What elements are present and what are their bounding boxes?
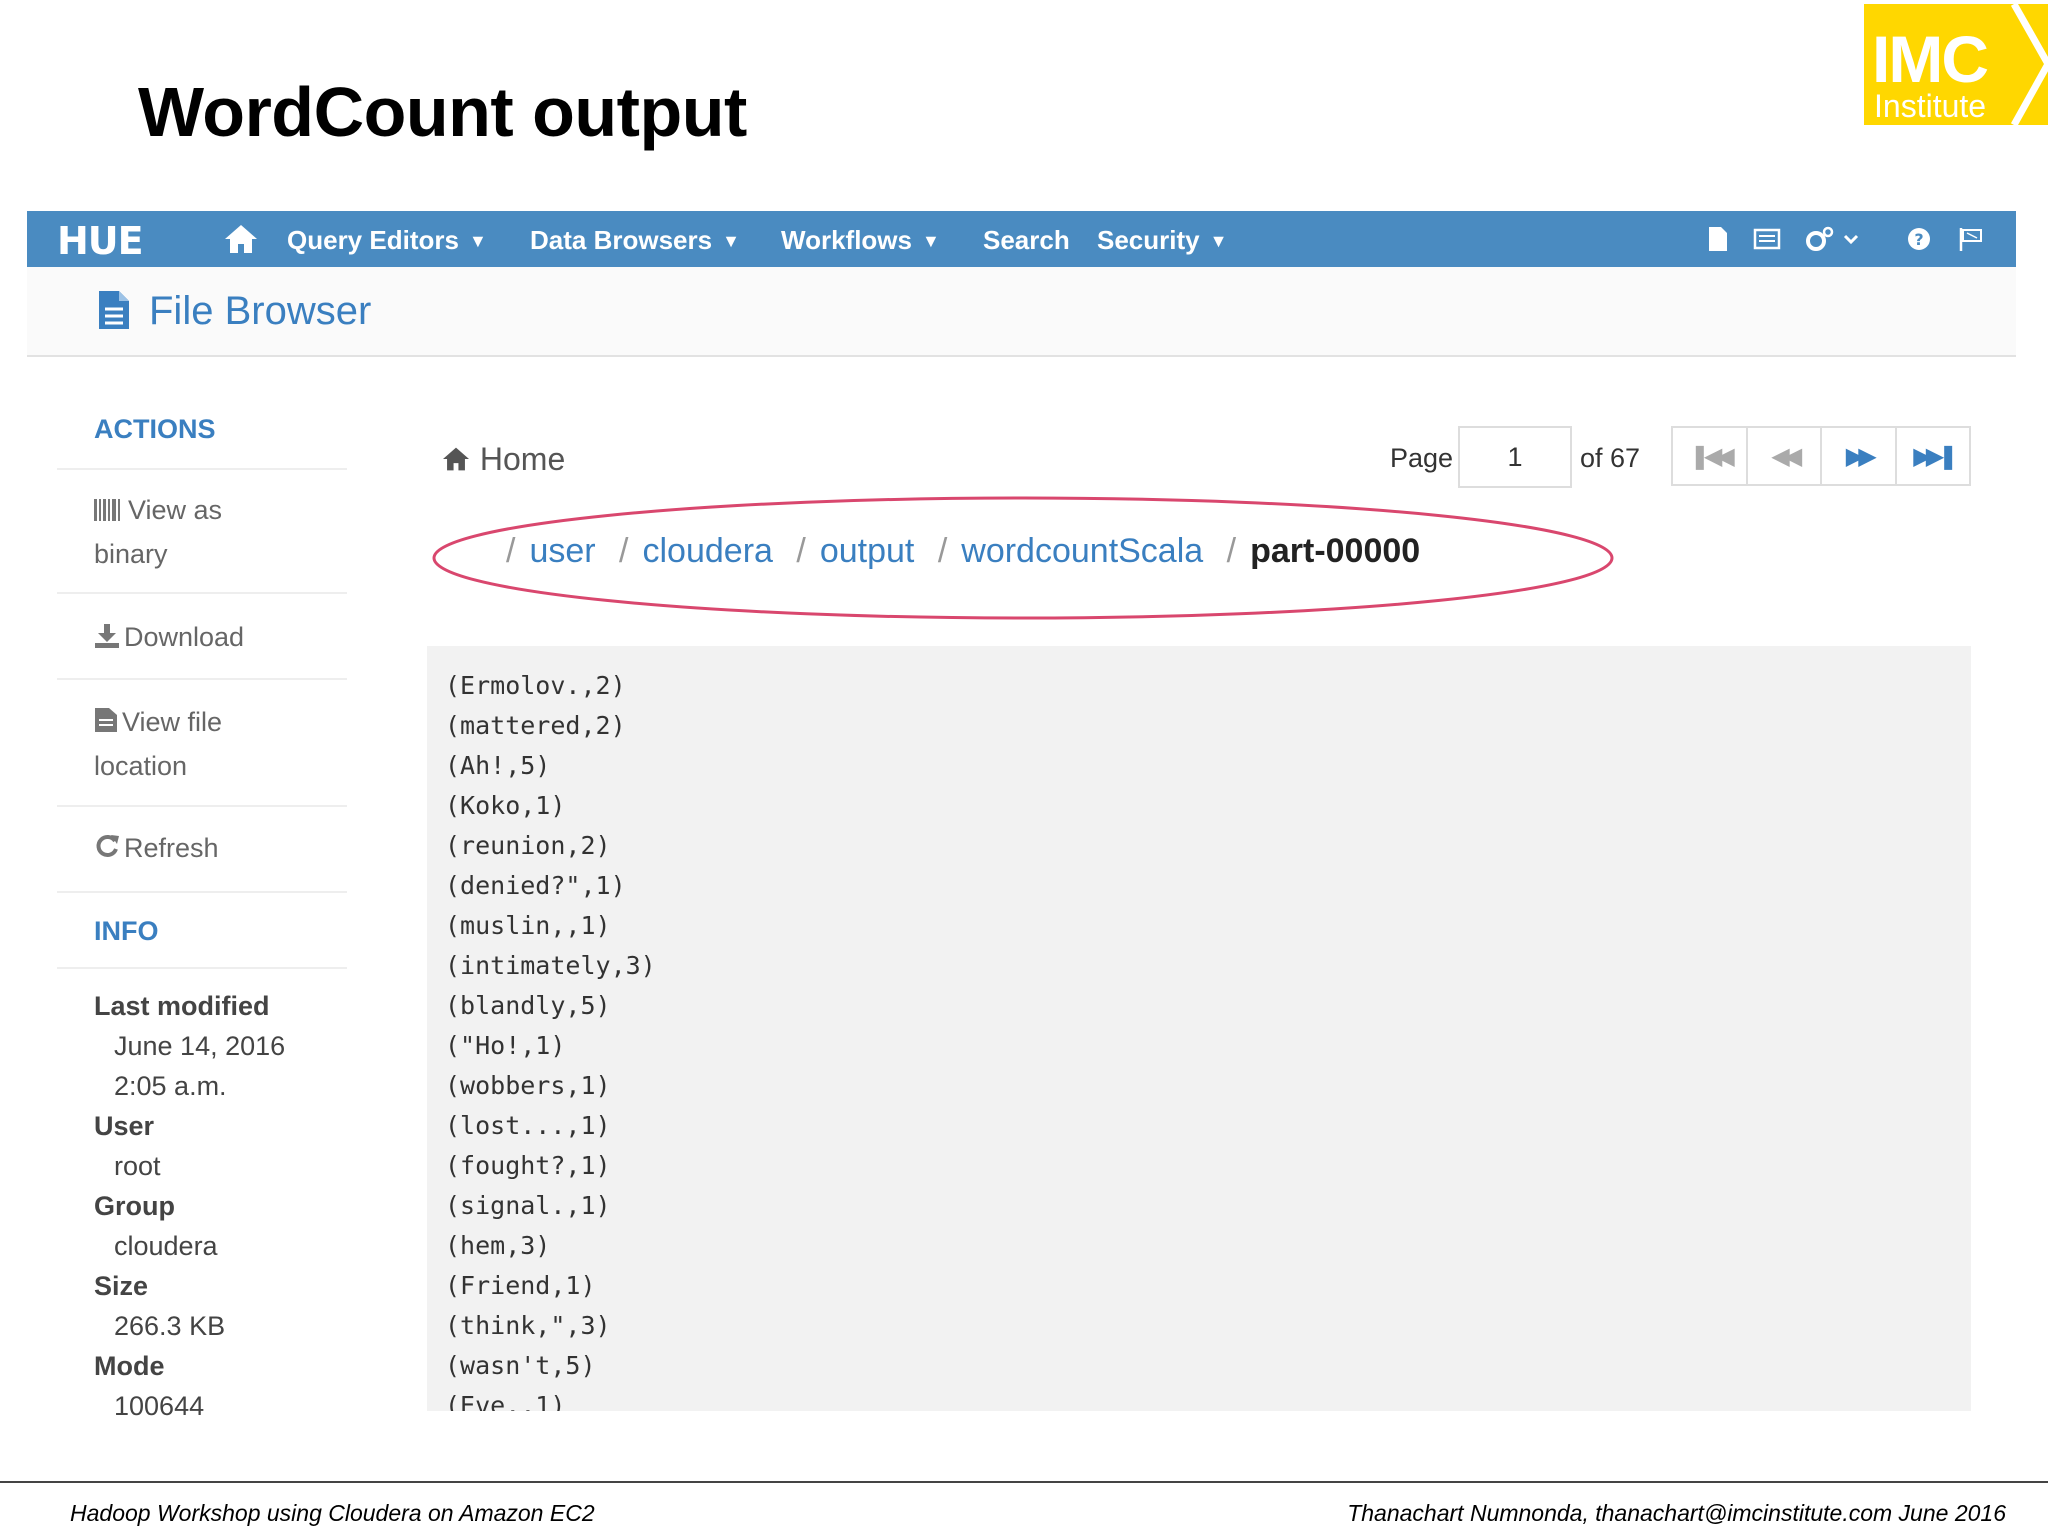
divider	[57, 678, 347, 680]
file-line: (Eve.,1)	[445, 1391, 566, 1411]
file-line: (think,",3)	[445, 1311, 611, 1340]
page-count: of 67	[1580, 443, 1641, 473]
file-line: (Friend,1)	[445, 1271, 596, 1300]
breadcrumb-cloudera[interactable]: cloudera	[643, 532, 773, 570]
page-number-input[interactable]: 1	[1458, 426, 1572, 488]
footer-divider	[0, 1481, 2048, 1483]
file-line: (muslin,,1)	[445, 911, 611, 940]
file-line: (signal.,1)	[445, 1191, 611, 1220]
divider	[57, 468, 347, 470]
page-header: File Browser	[27, 267, 2016, 357]
user-label: User	[94, 1111, 155, 1141]
hue-logo[interactable]: HUE	[57, 219, 144, 263]
mode-value: 100644	[114, 1391, 205, 1421]
divider	[57, 891, 347, 893]
file-line: (intimately,3)	[445, 951, 656, 980]
file-line: (reunion,2)	[445, 831, 611, 860]
nav-security[interactable]: Security ▼	[1097, 225, 1227, 256]
slide-title: WordCount output	[138, 73, 747, 151]
divider	[57, 967, 347, 969]
file-line: (fought?,1)	[445, 1151, 611, 1180]
svg-text:?: ?	[1914, 230, 1923, 249]
file-content-text: (Ermolov.,2) (mattered,2) (Ah!,5) (Koko,1) (…	[445, 666, 656, 1411]
breadcrumb-output[interactable]: output	[820, 532, 915, 570]
view-as-binary-link[interactable]: View as binary	[94, 488, 222, 576]
breadcrumb-current-file: part-00000	[1250, 532, 1421, 570]
file-line: (mattered,2)	[445, 711, 626, 740]
last-page-button[interactable]: ▶▶❚	[1897, 428, 1970, 484]
page-title: File Browser	[149, 289, 372, 333]
help-icon[interactable]: ?	[1905, 225, 1933, 253]
file-line: (Ah!,5)	[445, 751, 551, 780]
list-icon[interactable]	[1753, 225, 1781, 253]
divider	[57, 592, 347, 594]
refresh-link[interactable]: Refresh	[94, 826, 219, 870]
download-link[interactable]: Download	[94, 615, 244, 659]
home-icon[interactable]	[223, 223, 259, 255]
imc-logo: IMC Institute	[1864, 4, 2048, 125]
user-value: root	[114, 1151, 161, 1181]
logo-text-imc: IMC	[1872, 22, 1989, 96]
file-line: (hem,3)	[445, 1231, 551, 1260]
footer-right-text: Thanachart Numnonda, thanachart@imcinsti…	[1347, 1500, 2006, 1526]
breadcrumb-wordcountscala[interactable]: wordcountScala	[961, 532, 1203, 570]
nav-data-browsers[interactable]: Data Browsers ▼	[530, 225, 740, 256]
top-navbar: HUE Query Editors ▼ Data Browsers ▼ Workfl…	[27, 211, 2016, 267]
flag-icon[interactable]	[1957, 225, 1985, 253]
file-line: (blandly,5)	[445, 991, 611, 1020]
file-icon[interactable]	[1703, 225, 1731, 253]
group-label: Group	[94, 1191, 175, 1221]
settings-icon[interactable]	[1805, 225, 1865, 253]
file-line: (wobbers,1)	[445, 1071, 611, 1100]
file-line: (Ermolov.,2)	[445, 671, 626, 700]
view-file-location-link[interactable]: View file location	[94, 700, 222, 788]
next-page-button[interactable]: ▶▶	[1822, 428, 1897, 484]
size-label: Size	[94, 1271, 149, 1301]
file-line: (denied?",1)	[445, 871, 626, 900]
download-icon	[95, 624, 119, 648]
file-line: ("Ho!,1)	[445, 1031, 566, 1060]
previous-page-button[interactable]: ◀◀	[1748, 428, 1822, 484]
pagination-controls: ❚◀◀ ◀◀ ▶▶ ▶▶❚	[1671, 426, 1971, 486]
size-value: 266.3 KB	[114, 1311, 226, 1341]
breadcrumb-home[interactable]: Home	[441, 441, 565, 478]
footer-left-text: Hadoop Workshop using Cloudera on Amazon…	[70, 1500, 595, 1526]
first-page-button[interactable]: ❚◀◀	[1673, 428, 1748, 484]
actions-heading: ACTIONS	[94, 414, 216, 444]
file-line: (Koko,1)	[445, 791, 566, 820]
divider	[57, 805, 347, 807]
logo-text-institute: Institute	[1874, 88, 1987, 124]
page-label: Page	[1390, 443, 1454, 473]
home-icon	[443, 447, 469, 471]
group-value: cloudera	[114, 1231, 218, 1261]
barcode-icon	[94, 499, 120, 521]
last-modified-label: Last modified	[94, 991, 270, 1021]
last-modified-date: June 14, 2016	[114, 1031, 286, 1061]
mode-label: Mode	[94, 1351, 165, 1381]
file-content-viewer[interactable]: (Ermolov.,2) (mattered,2) (Ah!,5) (Koko,1) (…	[427, 646, 1971, 1411]
file-line: (lost...,1)	[445, 1111, 611, 1140]
info-heading: INFO	[94, 916, 159, 946]
last-modified-time: 2:05 a.m.	[114, 1071, 227, 1101]
file-line: (wasn't,5)	[445, 1351, 596, 1380]
file-icon	[95, 708, 117, 732]
nav-query-editors[interactable]: Query Editors ▼	[287, 225, 487, 256]
nav-workflows[interactable]: Workflows ▼	[781, 225, 940, 256]
breadcrumb-user[interactable]: user	[529, 532, 595, 570]
file-browser-icon	[99, 291, 129, 329]
nav-search[interactable]: Search	[983, 225, 1070, 256]
breadcrumb-path: / user / cloudera / output / wordcountScala …	[506, 532, 1421, 570]
refresh-icon	[96, 835, 119, 857]
